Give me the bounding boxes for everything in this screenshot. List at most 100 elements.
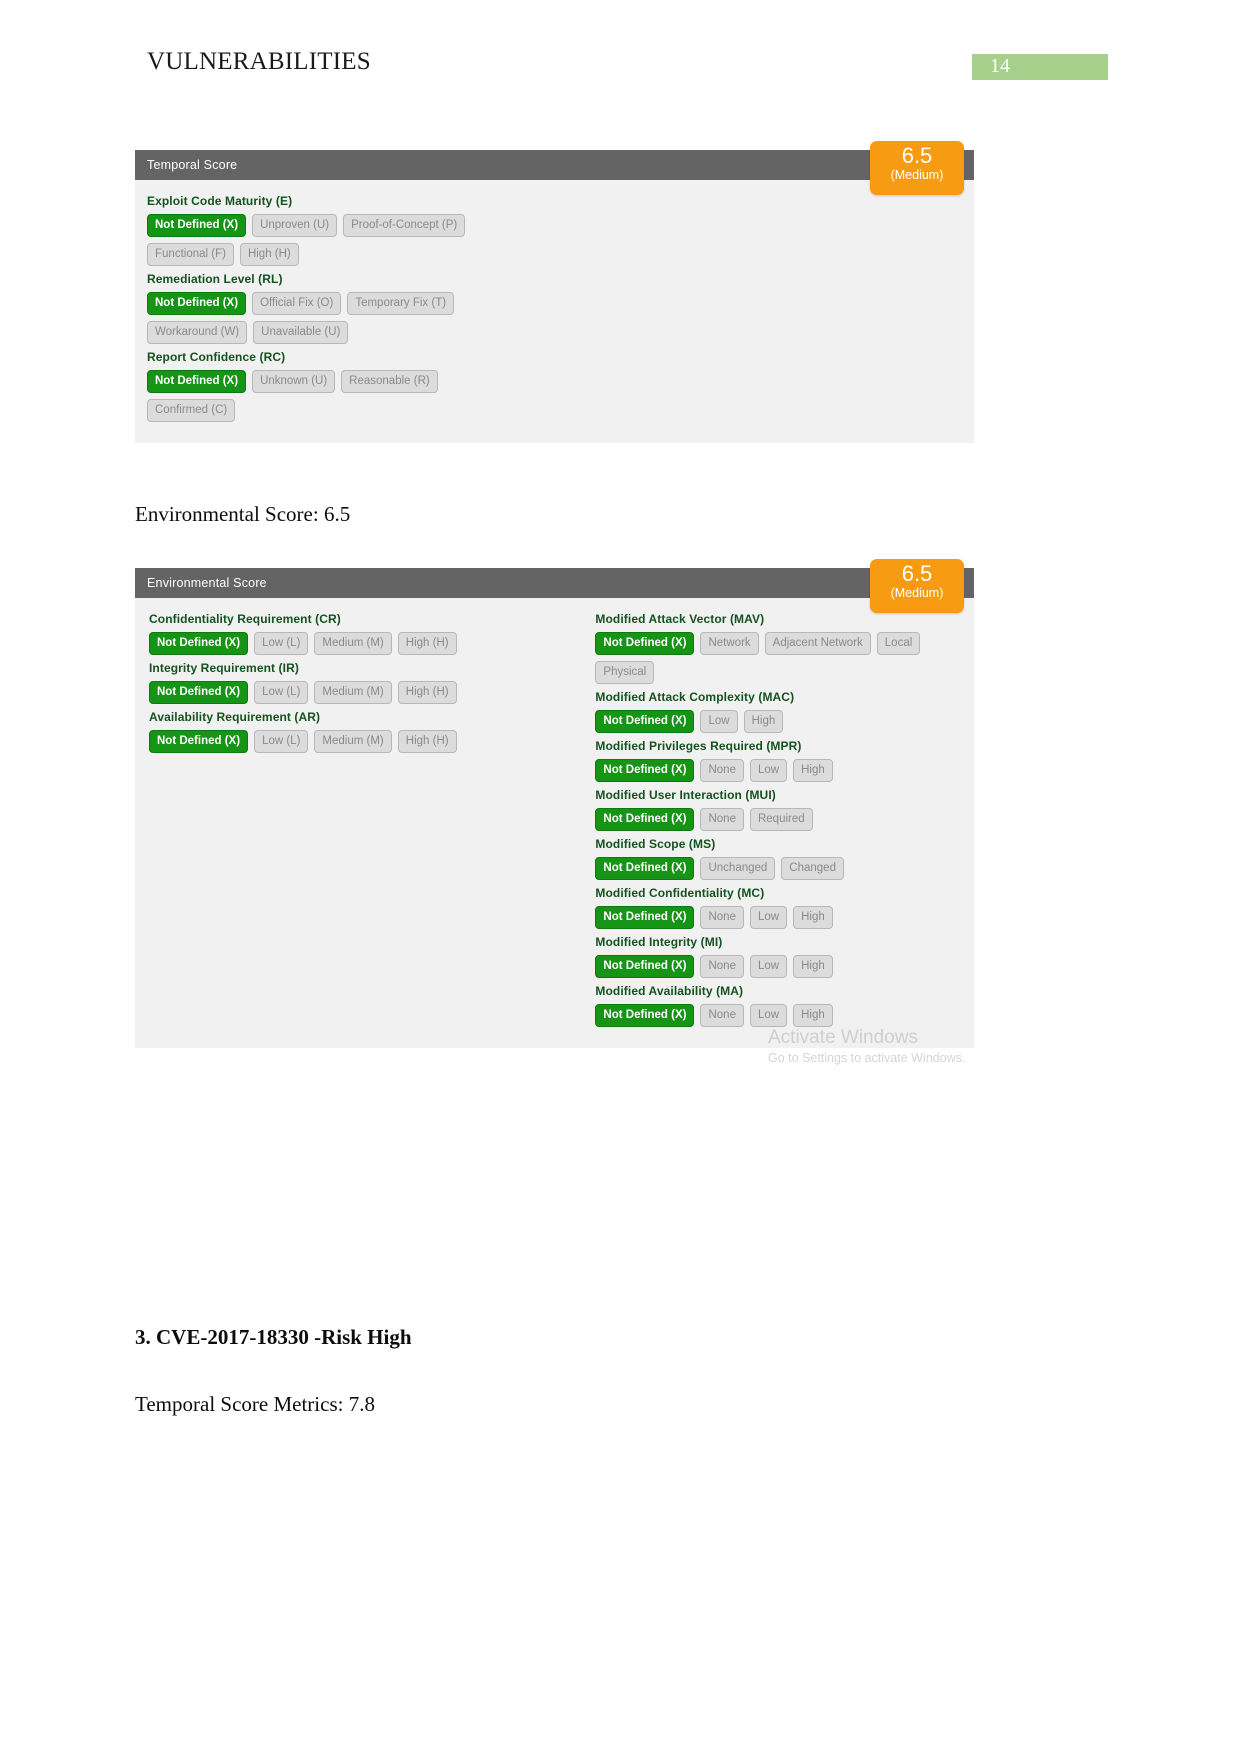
metric-option-not-defined-x[interactable]: Not Defined (X) [147, 370, 247, 393]
environmental-score-rating: (Medium) [890, 586, 944, 600]
metric-option-functional-f[interactable]: Functional (F) [147, 243, 234, 266]
metric-option-medium-m[interactable]: Medium (M) [314, 632, 392, 655]
temporal-score-value: 6.5 [901, 143, 933, 168]
metric-label: Modified Privileges Required (MPR) [595, 739, 802, 753]
metric-option-low-l[interactable]: Low (L) [254, 681, 309, 704]
metric-option-not-defined-x[interactable]: Not Defined (X) [595, 632, 695, 655]
metric-option-adjacent-network[interactable]: Adjacent Network [764, 632, 871, 655]
metric-option-workaround-w[interactable]: Workaround (W) [147, 321, 248, 344]
metric-group-modified-integrity-mi: Modified Integrity (MI) Not Defined (X) No… [595, 935, 962, 978]
metric-label: Availability Requirement (AR) [149, 710, 321, 724]
page-number-badge: 14 [972, 54, 1108, 80]
metric-option-high-h[interactable]: High (H) [239, 243, 299, 266]
metric-option-low[interactable]: Low [700, 710, 738, 733]
metric-option-high[interactable]: High [793, 955, 833, 978]
metric-label: Confidentiality Requirement (CR) [149, 612, 341, 626]
metric-options: Not Defined (X) Unknown (U) Reasonable (R)… [147, 370, 507, 422]
metric-option-not-defined-x[interactable]: Not Defined (X) [147, 292, 247, 315]
environmental-panel-body: Confidentiality Requirement (CR) Not Defi… [135, 598, 974, 1048]
metric-option-temporary-fix-t[interactable]: Temporary Fix (T) [347, 292, 455, 315]
metric-option-physical[interactable]: Physical [595, 661, 655, 684]
metric-option-high-h[interactable]: High (H) [397, 730, 457, 753]
metric-option-unavailable-u[interactable]: Unavailable (U) [253, 321, 349, 344]
environmental-score-panel: Environmental Score 6.5 (Medium) Confide… [135, 559, 974, 1048]
metric-option-local[interactable]: Local [876, 632, 921, 655]
metric-option-unchanged[interactable]: Unchanged [700, 857, 776, 880]
metric-option-high[interactable]: High [743, 710, 784, 733]
metric-label: Exploit Code Maturity (E) [147, 194, 293, 208]
metric-option-low-l[interactable]: Low (L) [254, 632, 309, 655]
temporal-score-rating: (Medium) [890, 168, 944, 182]
metric-option-none[interactable]: None [700, 1004, 744, 1027]
metric-label: Integrity Requirement (IR) [149, 661, 299, 675]
metric-option-medium-m[interactable]: Medium (M) [314, 730, 392, 753]
environmental-score-badge: 6.5 (Medium) [870, 559, 964, 613]
metric-group-confidentiality-requirement-cr: Confidentiality Requirement (CR) Not Defi… [149, 612, 595, 655]
metric-option-proof-of-concept-p[interactable]: Proof-of-Concept (P) [343, 214, 466, 237]
metric-option-high[interactable]: High [793, 1004, 833, 1027]
metric-option-required[interactable]: Required [749, 808, 813, 831]
metric-label: Modified Attack Vector (MAV) [595, 612, 765, 626]
metric-option-low[interactable]: Low [749, 1004, 788, 1027]
metric-option-confirmed-c[interactable]: Confirmed (C) [147, 399, 236, 422]
metric-options: Not Defined (X) None Low High [595, 955, 962, 978]
metric-options: Not Defined (X) Network Adjacent Network Lo… [595, 632, 962, 684]
metric-option-high-h[interactable]: High (H) [397, 681, 457, 704]
temporal-panel-title: Temporal Score [147, 158, 238, 172]
metric-option-high[interactable]: High [793, 906, 833, 929]
metric-group-modified-privileges-required-mpr: Modified Privileges Required (MPR) Not De… [595, 739, 962, 782]
metric-option-not-defined-x[interactable]: Not Defined (X) [595, 955, 695, 978]
temporal-panel-body: Exploit Code Maturity (E) Not Defined (X)… [135, 180, 974, 443]
metric-option-none[interactable]: None [700, 759, 744, 782]
metric-options: Not Defined (X) None Low High [595, 759, 962, 782]
metric-option-not-defined-x[interactable]: Not Defined (X) [595, 710, 695, 733]
metric-option-medium-m[interactable]: Medium (M) [314, 681, 392, 704]
metric-option-none[interactable]: None [700, 808, 744, 831]
temporal-score-badge: 6.5 (Medium) [870, 141, 964, 195]
metric-option-not-defined-x[interactable]: Not Defined (X) [149, 632, 249, 655]
metric-option-not-defined-x[interactable]: Not Defined (X) [149, 730, 249, 753]
metric-label: Modified User Interaction (MUI) [595, 788, 776, 802]
metric-group-modified-availability-ma: Modified Availability (MA) Not Defined (X… [595, 984, 962, 1027]
metric-option-not-defined-x[interactable]: Not Defined (X) [149, 681, 249, 704]
metric-option-low[interactable]: Low [749, 955, 788, 978]
metric-option-not-defined-x[interactable]: Not Defined (X) [147, 214, 247, 237]
metric-label: Modified Integrity (MI) [595, 935, 723, 949]
metric-option-none[interactable]: None [700, 955, 744, 978]
metric-option-high-h[interactable]: High (H) [397, 632, 457, 655]
metric-option-not-defined-x[interactable]: Not Defined (X) [595, 857, 695, 880]
temporal-panel-header: Temporal Score 6.5 (Medium) [135, 141, 974, 195]
metric-options: Not Defined (X) Unproven (U) Proof-of-Conc… [147, 214, 507, 266]
metric-label: Modified Attack Complexity (MAC) [595, 690, 795, 704]
metric-option-changed[interactable]: Changed [781, 857, 844, 880]
metric-options: Not Defined (X) Official Fix (O) Temporary… [147, 292, 507, 344]
metric-option-reasonable-r[interactable]: Reasonable (R) [341, 370, 438, 393]
metric-option-low[interactable]: Low [749, 759, 788, 782]
metric-option-not-defined-x[interactable]: Not Defined (X) [595, 906, 695, 929]
environmental-score-heading: Environmental Score: 6.5 [135, 502, 351, 526]
metric-option-network[interactable]: Network [700, 632, 759, 655]
metric-group-modified-attack-complexity-mac: Modified Attack Complexity (MAC) Not Defi… [595, 690, 962, 733]
temporal-score-metrics-text: Temporal Score Metrics: 7.8 [135, 1392, 375, 1416]
metric-option-not-defined-x[interactable]: Not Defined (X) [595, 808, 695, 831]
temporal-score-panel: Temporal Score 6.5 (Medium) Exploit Code… [135, 141, 974, 443]
environmental-panel-header: Environmental Score 6.5 (Medium) [135, 559, 974, 613]
metric-options: Not Defined (X) None Low High [595, 906, 962, 929]
metric-option-low[interactable]: Low [749, 906, 788, 929]
metric-label: Remediation Level (RL) [147, 272, 283, 286]
metric-label: Modified Scope (MS) [595, 837, 716, 851]
environmental-panel-title: Environmental Score [147, 576, 267, 590]
metric-option-official-fix-o[interactable]: Official Fix (O) [252, 292, 342, 315]
metric-option-unproven-u[interactable]: Unproven (U) [252, 214, 338, 237]
metric-option-none[interactable]: None [700, 906, 744, 929]
metric-option-not-defined-x[interactable]: Not Defined (X) [595, 1004, 695, 1027]
page-number-text: 14 [990, 55, 1010, 77]
watermark-subtitle: Go to Settings to activate Windows. [768, 1051, 966, 1065]
metric-option-not-defined-x[interactable]: Not Defined (X) [595, 759, 695, 782]
metric-option-unknown-u[interactable]: Unknown (U) [252, 370, 336, 393]
metric-option-low-l[interactable]: Low (L) [254, 730, 309, 753]
document-page: VULNERABILITIES 14 Temporal Score 6.5 (M… [0, 0, 1241, 1754]
metric-label: Modified Availability (MA) [595, 984, 744, 998]
metric-option-high[interactable]: High [793, 759, 833, 782]
metric-group-modified-confidentiality-mc: Modified Confidentiality (MC) Not Defined… [595, 886, 962, 929]
